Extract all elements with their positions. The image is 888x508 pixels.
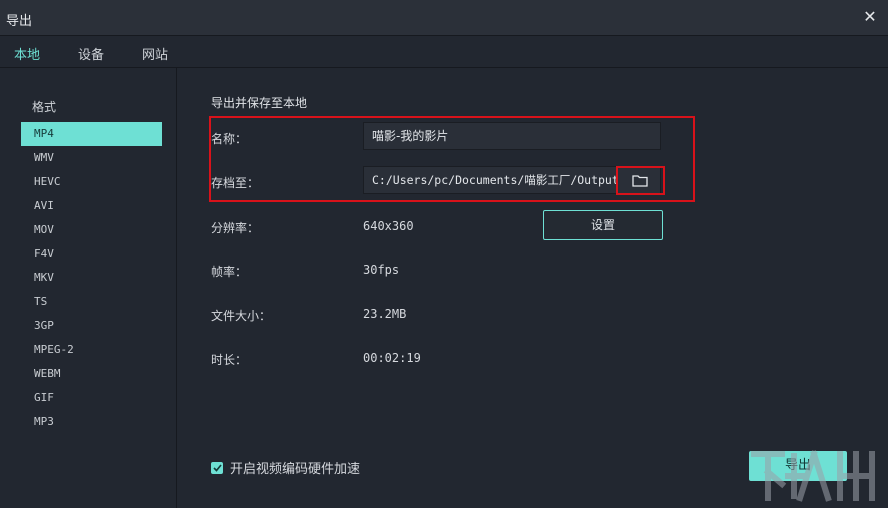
watermark-logo bbox=[751, 450, 875, 502]
filesize-value: 23.2MB bbox=[363, 307, 407, 321]
format-item-mov[interactable]: MOV bbox=[21, 218, 162, 242]
format-item-mp4[interactable]: MP4 bbox=[21, 122, 162, 146]
window-title: 导出 bbox=[6, 14, 33, 29]
name-input[interactable]: 喵影-我的影片 bbox=[363, 122, 661, 150]
hw-accel-checkbox[interactable] bbox=[211, 461, 223, 474]
title-bar: 导出 ✕ bbox=[0, 0, 888, 36]
resolution-label: 分辨率： bbox=[211, 221, 260, 235]
save-path-input[interactable]: C:/Users/pc/Documents/喵影工厂/Output bbox=[363, 166, 661, 194]
export-settings-panel: 导出并保存至本地 名称： 喵影-我的影片 存档至： C:/Users/pc/Do… bbox=[177, 68, 888, 508]
name-label: 名称： bbox=[211, 132, 248, 146]
close-icon[interactable]: ✕ bbox=[860, 7, 880, 27]
tab-device[interactable]: 设备 bbox=[78, 44, 104, 69]
resolution-value: 640x360 bbox=[363, 219, 414, 233]
framerate-label: 帧率： bbox=[211, 265, 248, 279]
format-item-mkv[interactable]: MKV bbox=[21, 266, 162, 290]
format-item-3gp[interactable]: 3GP bbox=[21, 314, 162, 338]
section-title: 导出并保存至本地 bbox=[211, 96, 308, 110]
save-path-label: 存档至： bbox=[211, 176, 260, 190]
format-sidebar: 格式 MP4 WMV HEVC AVI MOV F4V MKV TS 3GP MPEG-2 WEBM… bbox=[0, 68, 177, 508]
browse-folder-button[interactable] bbox=[619, 166, 661, 194]
hw-accel-option[interactable]: 开启视频编码硬件加速 bbox=[211, 458, 360, 477]
framerate-value: 30fps bbox=[363, 263, 400, 277]
format-item-avi[interactable]: AVI bbox=[21, 194, 162, 218]
format-item-webm[interactable]: WEBM bbox=[21, 362, 162, 386]
check-icon bbox=[212, 463, 222, 472]
format-title: 格式 bbox=[32, 100, 57, 114]
hw-accel-label: 开启视频编码硬件加速 bbox=[230, 462, 361, 477]
tab-bar: 本地 设备 网站 bbox=[0, 36, 888, 71]
duration-value: 00:02:19 bbox=[363, 351, 421, 365]
format-item-mp3[interactable]: MP3 bbox=[21, 410, 162, 434]
tab-website[interactable]: 网站 bbox=[142, 44, 168, 69]
format-item-hevc[interactable]: HEVC bbox=[21, 170, 162, 194]
format-list: MP4 WMV HEVC AVI MOV F4V MKV TS 3GP MPEG-2 WEBM GIF… bbox=[21, 122, 162, 434]
filesize-label: 文件大小： bbox=[211, 309, 272, 323]
duration-label: 时长： bbox=[211, 353, 248, 367]
format-item-gif[interactable]: GIF bbox=[21, 386, 162, 410]
export-dialog: 导出 ✕ 本地 设备 网站 格式 MP4 WMV HEVC AVI MOV F4V MKV T… bbox=[0, 0, 888, 508]
format-item-f4v[interactable]: F4V bbox=[21, 242, 162, 266]
format-item-ts[interactable]: TS bbox=[21, 290, 162, 314]
format-item-wmv[interactable]: WMV bbox=[21, 146, 162, 170]
folder-icon bbox=[632, 174, 648, 187]
settings-button[interactable]: 设置 bbox=[543, 210, 663, 240]
format-item-mpeg-2[interactable]: MPEG-2 bbox=[21, 338, 162, 362]
